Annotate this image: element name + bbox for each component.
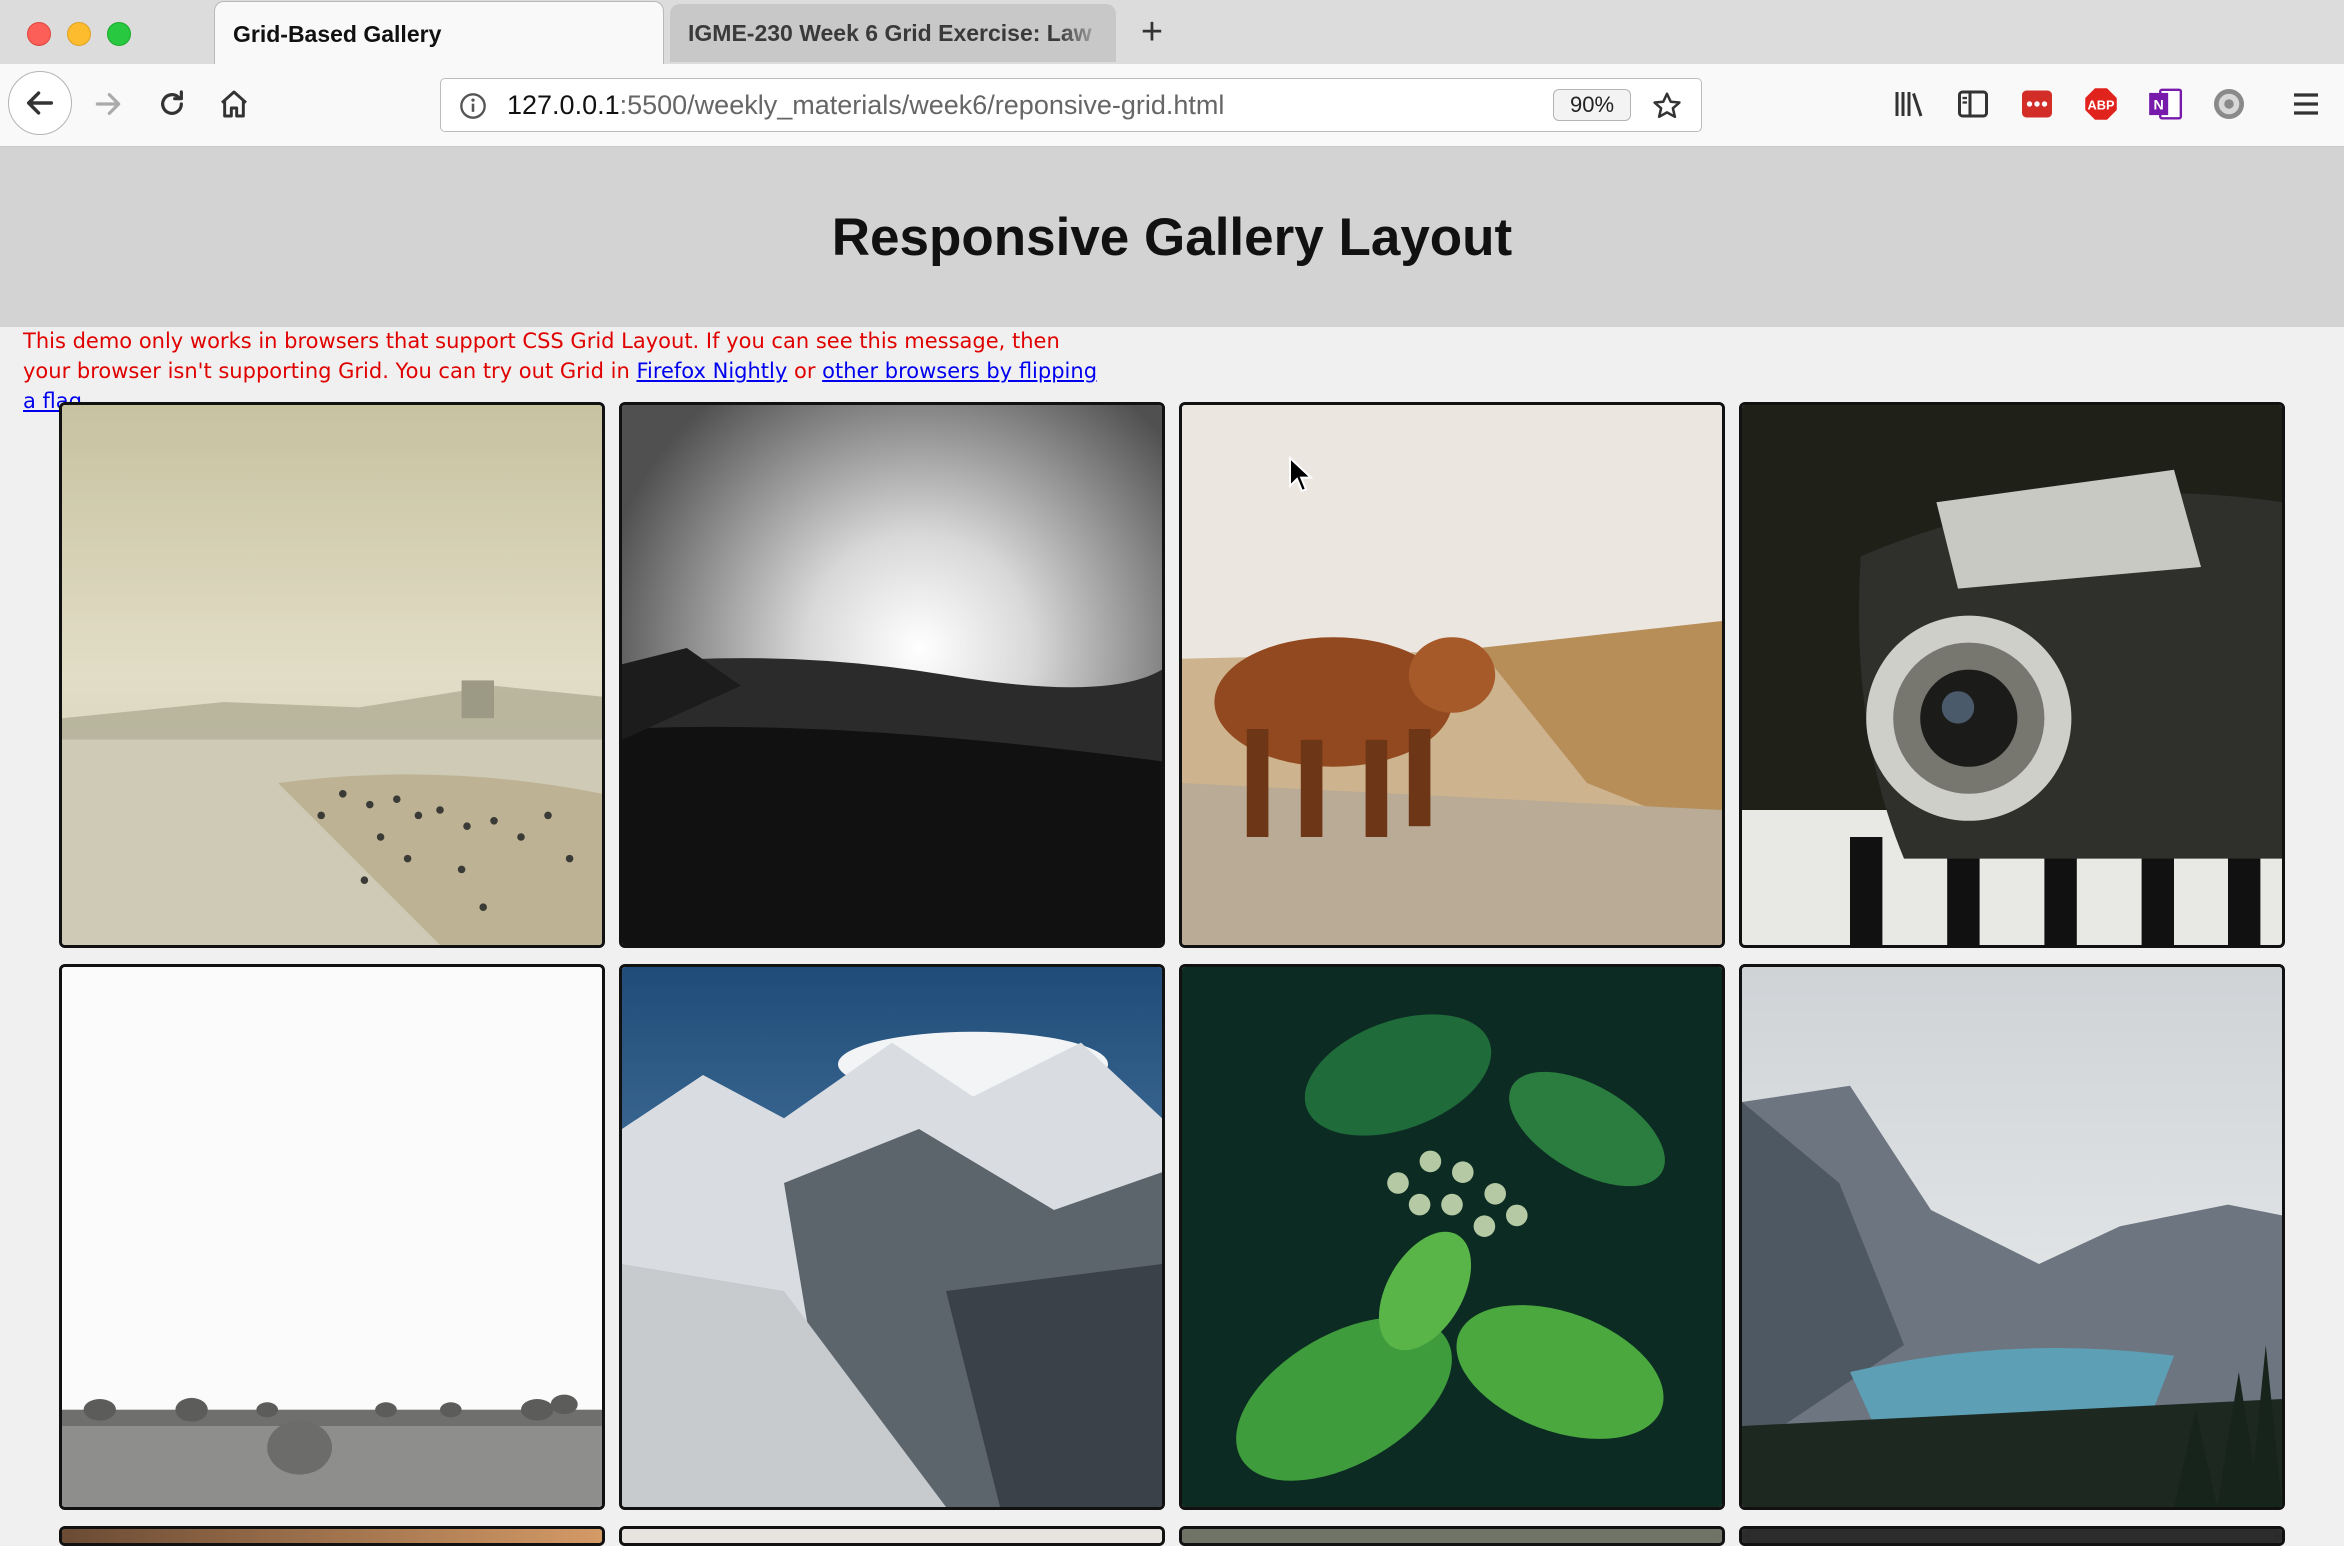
bookmark-star-icon[interactable] bbox=[1651, 90, 1683, 122]
library-icon[interactable] bbox=[1891, 86, 1927, 122]
partial-photo bbox=[622, 1529, 1162, 1543]
tab-bar: Grid-Based Gallery IGME-230 Week 6 Grid … bbox=[0, 0, 2344, 65]
highland-cow-photo bbox=[1182, 405, 1722, 945]
beach-photo bbox=[62, 405, 602, 945]
reload-button[interactable] bbox=[150, 74, 194, 134]
black-white-sunset-photo bbox=[622, 405, 1162, 945]
url-bar[interactable]: 127.0.0.1:5500/weekly_materials/week6/re… bbox=[440, 78, 1702, 132]
url-path: :5500/weekly_materials/week6/reponsive-g… bbox=[619, 90, 1225, 120]
gallery-item-highland-cow[interactable] bbox=[1179, 402, 1725, 948]
close-window-button[interactable] bbox=[27, 22, 51, 46]
tab-igme-230[interactable]: IGME-230 Week 6 Grid Exercise: Law bbox=[670, 4, 1116, 62]
page-header: Responsive Gallery Layout bbox=[0, 147, 2344, 327]
svg-text:ABP: ABP bbox=[2088, 97, 2115, 112]
sidebar-icon[interactable] bbox=[1955, 86, 1991, 122]
back-arrow-icon bbox=[26, 91, 54, 115]
svg-text:N: N bbox=[2154, 98, 2164, 114]
gallery-item-row3-3[interactable] bbox=[1179, 1526, 1725, 1546]
gallery-item-row3-4[interactable] bbox=[1739, 1526, 2285, 1546]
partial-photo bbox=[1182, 1529, 1722, 1543]
reload-icon bbox=[161, 90, 183, 115]
gallery-item-leaves[interactable] bbox=[1179, 964, 1725, 1510]
gallery-item-row3-1[interactable] bbox=[59, 1526, 605, 1546]
partial-photo bbox=[62, 1529, 602, 1543]
info-icon[interactable] bbox=[459, 92, 487, 120]
lastpass-icon[interactable] bbox=[2019, 86, 2055, 122]
mouse-cursor-icon bbox=[1289, 456, 1314, 493]
firefox-nightly-link[interactable]: Firefox Nightly bbox=[636, 359, 787, 383]
adblock-plus-icon[interactable]: ABP bbox=[2083, 86, 2119, 122]
hamburger-menu-icon[interactable] bbox=[2288, 86, 2324, 122]
gallery-item-sunset-bw[interactable] bbox=[619, 402, 1165, 948]
navigation-toolbar: 127.0.0.1:5500/weekly_materials/week6/re… bbox=[0, 64, 2344, 147]
forward-arrow-icon bbox=[95, 93, 121, 115]
page-title: Responsive Gallery Layout bbox=[831, 207, 1513, 267]
partial-photo bbox=[1742, 1529, 2282, 1543]
maximize-window-button[interactable] bbox=[107, 22, 131, 46]
gallery-item-hay-bales[interactable] bbox=[59, 964, 605, 1510]
tab-title: Grid-Based Gallery bbox=[233, 21, 442, 47]
mountain-lake-photo bbox=[1742, 967, 2282, 1507]
gallery-item-row3-2[interactable] bbox=[619, 1526, 1165, 1546]
zoom-level-badge[interactable]: 90% bbox=[1553, 89, 1631, 121]
tab-grid-based-gallery[interactable]: Grid-Based Gallery bbox=[214, 1, 664, 65]
new-tab-button[interactable]: + bbox=[1134, 12, 1170, 52]
url-text: 127.0.0.1:5500/weekly_materials/week6/re… bbox=[507, 79, 1224, 131]
warning-text-or: or bbox=[787, 359, 823, 383]
snowy-mountains-photo bbox=[622, 967, 1162, 1507]
vintage-camera-photo bbox=[1742, 405, 2282, 945]
url-host: 127.0.0.1 bbox=[507, 90, 620, 120]
hay-bales-photo bbox=[62, 967, 602, 1507]
tab-title: IGME-230 Week 6 Grid Exercise: Law bbox=[688, 20, 1092, 46]
forward-button[interactable] bbox=[86, 74, 130, 134]
home-icon bbox=[221, 90, 247, 118]
minimize-window-button[interactable] bbox=[67, 22, 91, 46]
gallery-item-mountain-lake[interactable] bbox=[1739, 964, 2285, 1510]
onenote-icon[interactable]: N bbox=[2146, 85, 2184, 123]
home-button[interactable] bbox=[212, 74, 256, 134]
gallery-item-beach[interactable] bbox=[59, 402, 605, 948]
gallery-item-camera[interactable] bbox=[1739, 402, 2285, 948]
back-button[interactable] bbox=[8, 71, 72, 135]
settings-gear-icon[interactable] bbox=[2210, 85, 2248, 123]
green-leaves-photo bbox=[1182, 967, 1722, 1507]
gallery-item-mountains[interactable] bbox=[619, 964, 1165, 1510]
